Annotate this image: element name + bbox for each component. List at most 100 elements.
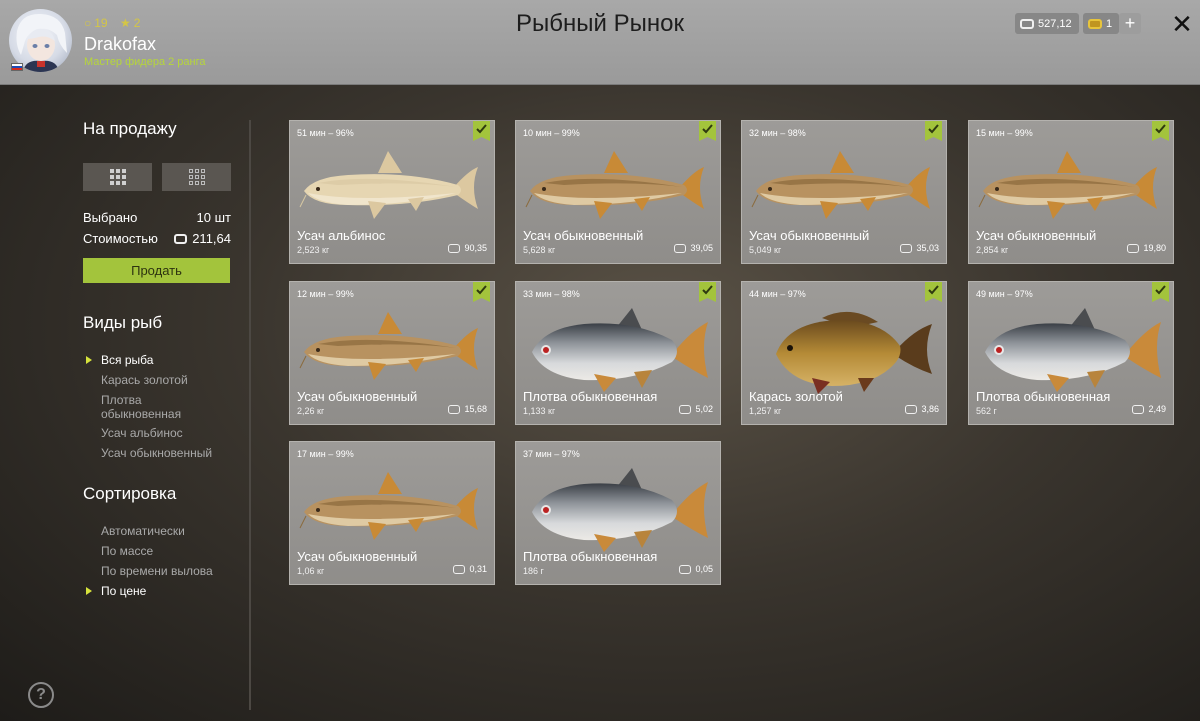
fish-name: Усач обыкновенный bbox=[297, 389, 418, 404]
sort-heading: Сортировка bbox=[83, 484, 177, 503]
fish-price: 0,31 bbox=[453, 564, 487, 574]
grid-large-icon bbox=[109, 169, 126, 185]
cost-row: Стоимостью 211,64 bbox=[83, 231, 231, 246]
fish-price-value: 15,68 bbox=[464, 404, 487, 414]
help-button[interactable]: ? bbox=[28, 682, 54, 708]
barbel-fish-image bbox=[750, 147, 940, 233]
fish-name: Усач обыкновенный bbox=[976, 228, 1097, 243]
catch-time-quality: 51 мин – 96% bbox=[297, 128, 354, 138]
fish-card[interactable]: 44 мин – 97% Карась золотой 1,257 кг 3,8… bbox=[741, 281, 947, 425]
fish-weight: 186 г bbox=[523, 566, 544, 576]
add-currency-button[interactable]: + bbox=[1119, 13, 1141, 34]
fish-price-value: 39,05 bbox=[690, 243, 713, 253]
catch-time-quality: 49 мин – 97% bbox=[976, 289, 1033, 299]
fish-card[interactable]: 51 мин – 96% Усач альбинос 2,523 кг 90,3… bbox=[289, 120, 495, 264]
fish-card[interactable]: 12 мин – 99% Усач обыкновенный 2,26 кг 1… bbox=[289, 281, 495, 425]
gold-balance: 1 bbox=[1083, 13, 1120, 34]
selected-check-icon[interactable] bbox=[1152, 121, 1169, 141]
catch-time-quality: 10 мин – 99% bbox=[523, 128, 580, 138]
selected-check-icon[interactable] bbox=[473, 121, 490, 141]
fish-weight: 1,257 кг bbox=[749, 406, 782, 416]
cost-value: 211,64 bbox=[192, 231, 231, 246]
fish-weight: 562 г bbox=[976, 406, 997, 416]
fish-name: Усач альбинос bbox=[297, 228, 386, 243]
fish-price: 90,35 bbox=[448, 243, 487, 253]
selected-check-icon[interactable] bbox=[925, 121, 942, 141]
fish-price: 39,05 bbox=[674, 243, 713, 253]
catch-time-quality: 15 мин – 99% bbox=[976, 128, 1033, 138]
fish-price: 3,86 bbox=[905, 404, 939, 414]
barbel-albino-fish-image bbox=[298, 147, 488, 233]
fish-card[interactable]: 33 мин – 98% Плотва обыкновенная 1,133 к… bbox=[515, 281, 721, 425]
sort-option[interactable]: По времени вылова bbox=[101, 564, 213, 578]
silver-coin-icon bbox=[1132, 404, 1145, 414]
russia-flag-icon bbox=[11, 63, 23, 71]
fish-name: Усач обыкновенный bbox=[297, 549, 418, 564]
close-button[interactable]: ✕ bbox=[1170, 10, 1194, 38]
fish-price: 15,68 bbox=[448, 404, 487, 414]
fish-price-value: 35,03 bbox=[916, 243, 939, 253]
silver-coin-icon bbox=[453, 564, 466, 574]
catch-time-quality: 12 мин – 99% bbox=[297, 289, 354, 299]
cost-label: Стоимостью bbox=[83, 231, 158, 246]
fish-weight: 5,628 кг bbox=[523, 245, 556, 255]
silver-coin-icon bbox=[679, 564, 692, 574]
gold-value: 1 bbox=[1106, 17, 1113, 30]
catch-time-quality: 44 мин – 97% bbox=[749, 289, 806, 299]
player-rank: Мастер фидера 2 ранга bbox=[84, 56, 206, 68]
fish-weight: 1,133 кг bbox=[523, 406, 556, 416]
sort-option[interactable]: По массе bbox=[101, 544, 153, 558]
fish-weight: 2,854 кг bbox=[976, 245, 1009, 255]
fish-price-value: 0,31 bbox=[469, 564, 487, 574]
barbel-fish-image bbox=[977, 147, 1167, 233]
species-option[interactable]: Плотва обыкновенная bbox=[101, 393, 181, 421]
selected-check-icon[interactable] bbox=[699, 282, 716, 302]
roach-fish-image bbox=[977, 308, 1167, 394]
silver-coin-icon bbox=[905, 404, 918, 414]
fish-price-value: 2,49 bbox=[1148, 404, 1166, 414]
fish-price: 2,49 bbox=[1132, 404, 1166, 414]
fish-price-value: 90,35 bbox=[464, 243, 487, 253]
fish-weight: 1,06 кг bbox=[297, 566, 325, 576]
grid-view-large-button[interactable] bbox=[83, 163, 152, 191]
fish-weight: 2,26 кг bbox=[297, 406, 325, 416]
species-option[interactable]: Усач обыкновенный bbox=[101, 446, 212, 460]
fish-card[interactable]: 15 мин – 99% Усач обыкновенный 2,854 кг … bbox=[968, 120, 1174, 264]
fish-card[interactable]: 49 мин – 97% Плотва обыкновенная 562 г 2… bbox=[968, 281, 1174, 425]
carp-fish-image bbox=[750, 308, 940, 394]
selected-check-icon[interactable] bbox=[473, 282, 490, 302]
grid-view-small-button[interactable] bbox=[162, 163, 231, 191]
barbel-fish-image bbox=[298, 468, 488, 554]
species-option[interactable]: Усач альбинос bbox=[101, 426, 183, 440]
top-bar: ○ 19 ★ 2 Drakofax Мастер фидера 2 ранга Ры… bbox=[0, 0, 1200, 85]
selected-check-icon[interactable] bbox=[925, 282, 942, 302]
fish-weight: 5,049 кг bbox=[749, 245, 782, 255]
roach-fish-image bbox=[524, 468, 714, 554]
species-option[interactable]: Вся рыба bbox=[101, 353, 153, 367]
grid-small-icon bbox=[188, 169, 205, 185]
fish-card[interactable]: 37 мин – 97% Плотва обыкновенная 186 г 0… bbox=[515, 441, 721, 585]
barbel-fish-image bbox=[524, 147, 714, 233]
fish-price-value: 0,05 bbox=[695, 564, 713, 574]
fish-card[interactable]: 17 мин – 99% Усач обыкновенный 1,06 кг 0… bbox=[289, 441, 495, 585]
selected-check-icon[interactable] bbox=[699, 121, 716, 141]
active-arrow-icon bbox=[86, 356, 92, 364]
selected-check-icon[interactable] bbox=[1152, 282, 1169, 302]
silver-coin-icon bbox=[448, 404, 461, 414]
silver-value: 527,12 bbox=[1038, 17, 1072, 30]
fish-name: Плотва обыкновенная bbox=[523, 389, 658, 404]
roach-fish-image bbox=[524, 308, 714, 394]
fish-card[interactable]: 10 мин – 99% Усач обыкновенный 5,628 кг … bbox=[515, 120, 721, 264]
fish-name: Усач обыкновенный bbox=[749, 228, 870, 243]
fish-card[interactable]: 32 мин – 98% Усач обыкновенный 5,049 кг … bbox=[741, 120, 947, 264]
fish-price: 5,02 bbox=[679, 404, 713, 414]
species-option[interactable]: Карась золотой bbox=[101, 373, 188, 387]
fish-name: Плотва обыкновенная bbox=[523, 549, 658, 564]
sort-option[interactable]: Автоматически bbox=[101, 524, 185, 538]
species-heading: Виды рыб bbox=[83, 313, 163, 332]
sidebar-divider bbox=[249, 120, 251, 710]
sell-button[interactable]: Продать bbox=[83, 258, 230, 283]
silver-coin-icon bbox=[448, 243, 461, 253]
fish-weight: 2,523 кг bbox=[297, 245, 330, 255]
sort-option[interactable]: По цене bbox=[101, 584, 146, 598]
